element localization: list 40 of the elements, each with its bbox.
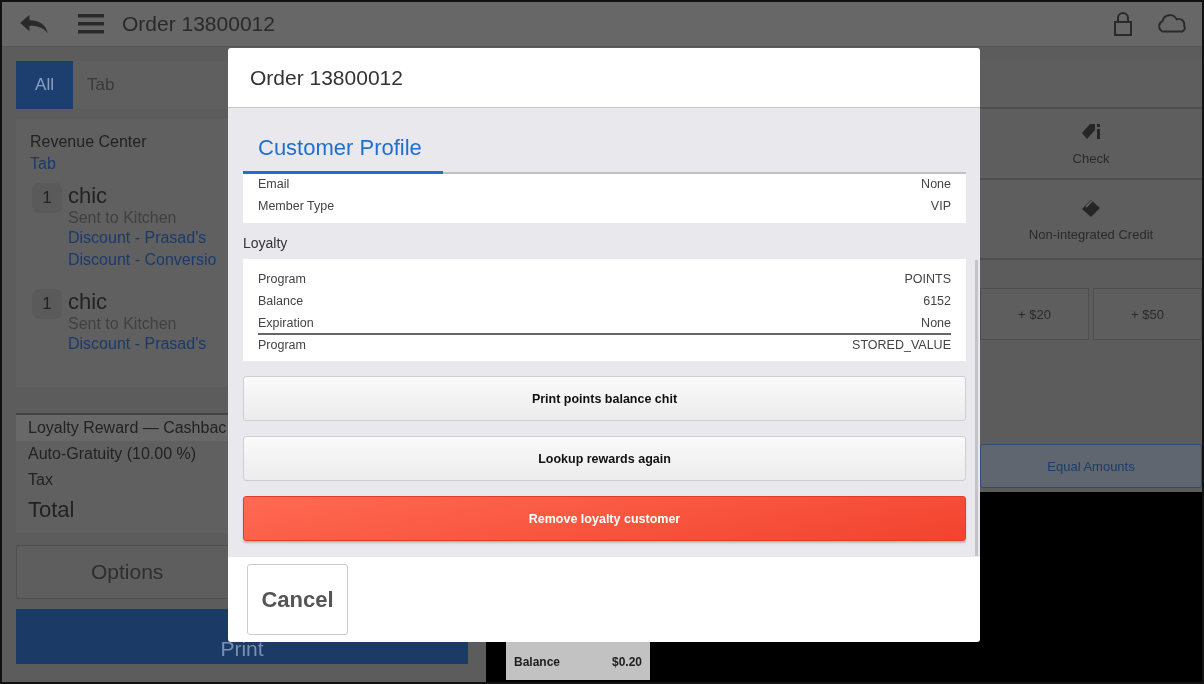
item-name: chic	[68, 289, 109, 315]
equal-amounts-button[interactable]: Equal Amounts	[980, 444, 1202, 488]
revenue-center-link[interactable]: Tab	[30, 155, 56, 173]
field-value: 6152	[923, 293, 951, 310]
field-value: None	[921, 176, 951, 193]
receipt-label: Balance	[514, 655, 561, 669]
order-title: Order 13800012	[122, 12, 275, 36]
cancel-button[interactable]: Cancel	[247, 564, 348, 635]
field-label: Program	[258, 271, 306, 288]
back-arrow-icon[interactable]	[18, 13, 50, 35]
field-label: Balance	[258, 293, 304, 310]
menu-icon[interactable]	[78, 14, 104, 34]
item-name: chic	[68, 183, 109, 209]
discount-link[interactable]: Discount - Conversio	[68, 249, 217, 271]
remove-button[interactable]: Remove loyalty customer	[243, 496, 966, 541]
scrollbar[interactable]	[975, 260, 978, 556]
field-value: None	[921, 315, 951, 332]
lock-icon[interactable]	[1114, 12, 1132, 36]
field-value: POINTS	[904, 271, 951, 288]
field-label: Program	[258, 337, 306, 354]
summary-line: Tax	[27, 470, 54, 490]
dialog-title: Order 13800012	[250, 65, 403, 90]
quantity-badge: 1	[32, 289, 62, 319]
quantity-badge: 1	[32, 183, 62, 213]
receipt-value: $0.20	[611, 655, 642, 669]
section-heading: Loyalty	[243, 235, 289, 251]
cloud-icon[interactable]	[1156, 14, 1186, 34]
action-button[interactable]: Lookup rewards again	[243, 436, 966, 481]
field-value: VIP	[930, 197, 951, 215]
discount-link[interactable]: Discount - Prasad's	[68, 333, 207, 355]
total-label: Total	[27, 496, 76, 524]
action-button[interactable]: Print points balance chit	[243, 376, 966, 421]
field-label: Member Type	[258, 197, 335, 215]
field-label: Email	[258, 176, 290, 193]
field-value: STORED_VALUE	[852, 337, 951, 354]
discount-link[interactable]: Discount - Prasad's	[68, 227, 217, 249]
field-label: Expiration	[258, 315, 314, 332]
summary-line: Auto-Gratuity (10.00 %)	[27, 444, 198, 464]
order-tab[interactable]: All	[16, 61, 73, 109]
revenue-center-label: Revenue Center	[30, 133, 147, 151]
